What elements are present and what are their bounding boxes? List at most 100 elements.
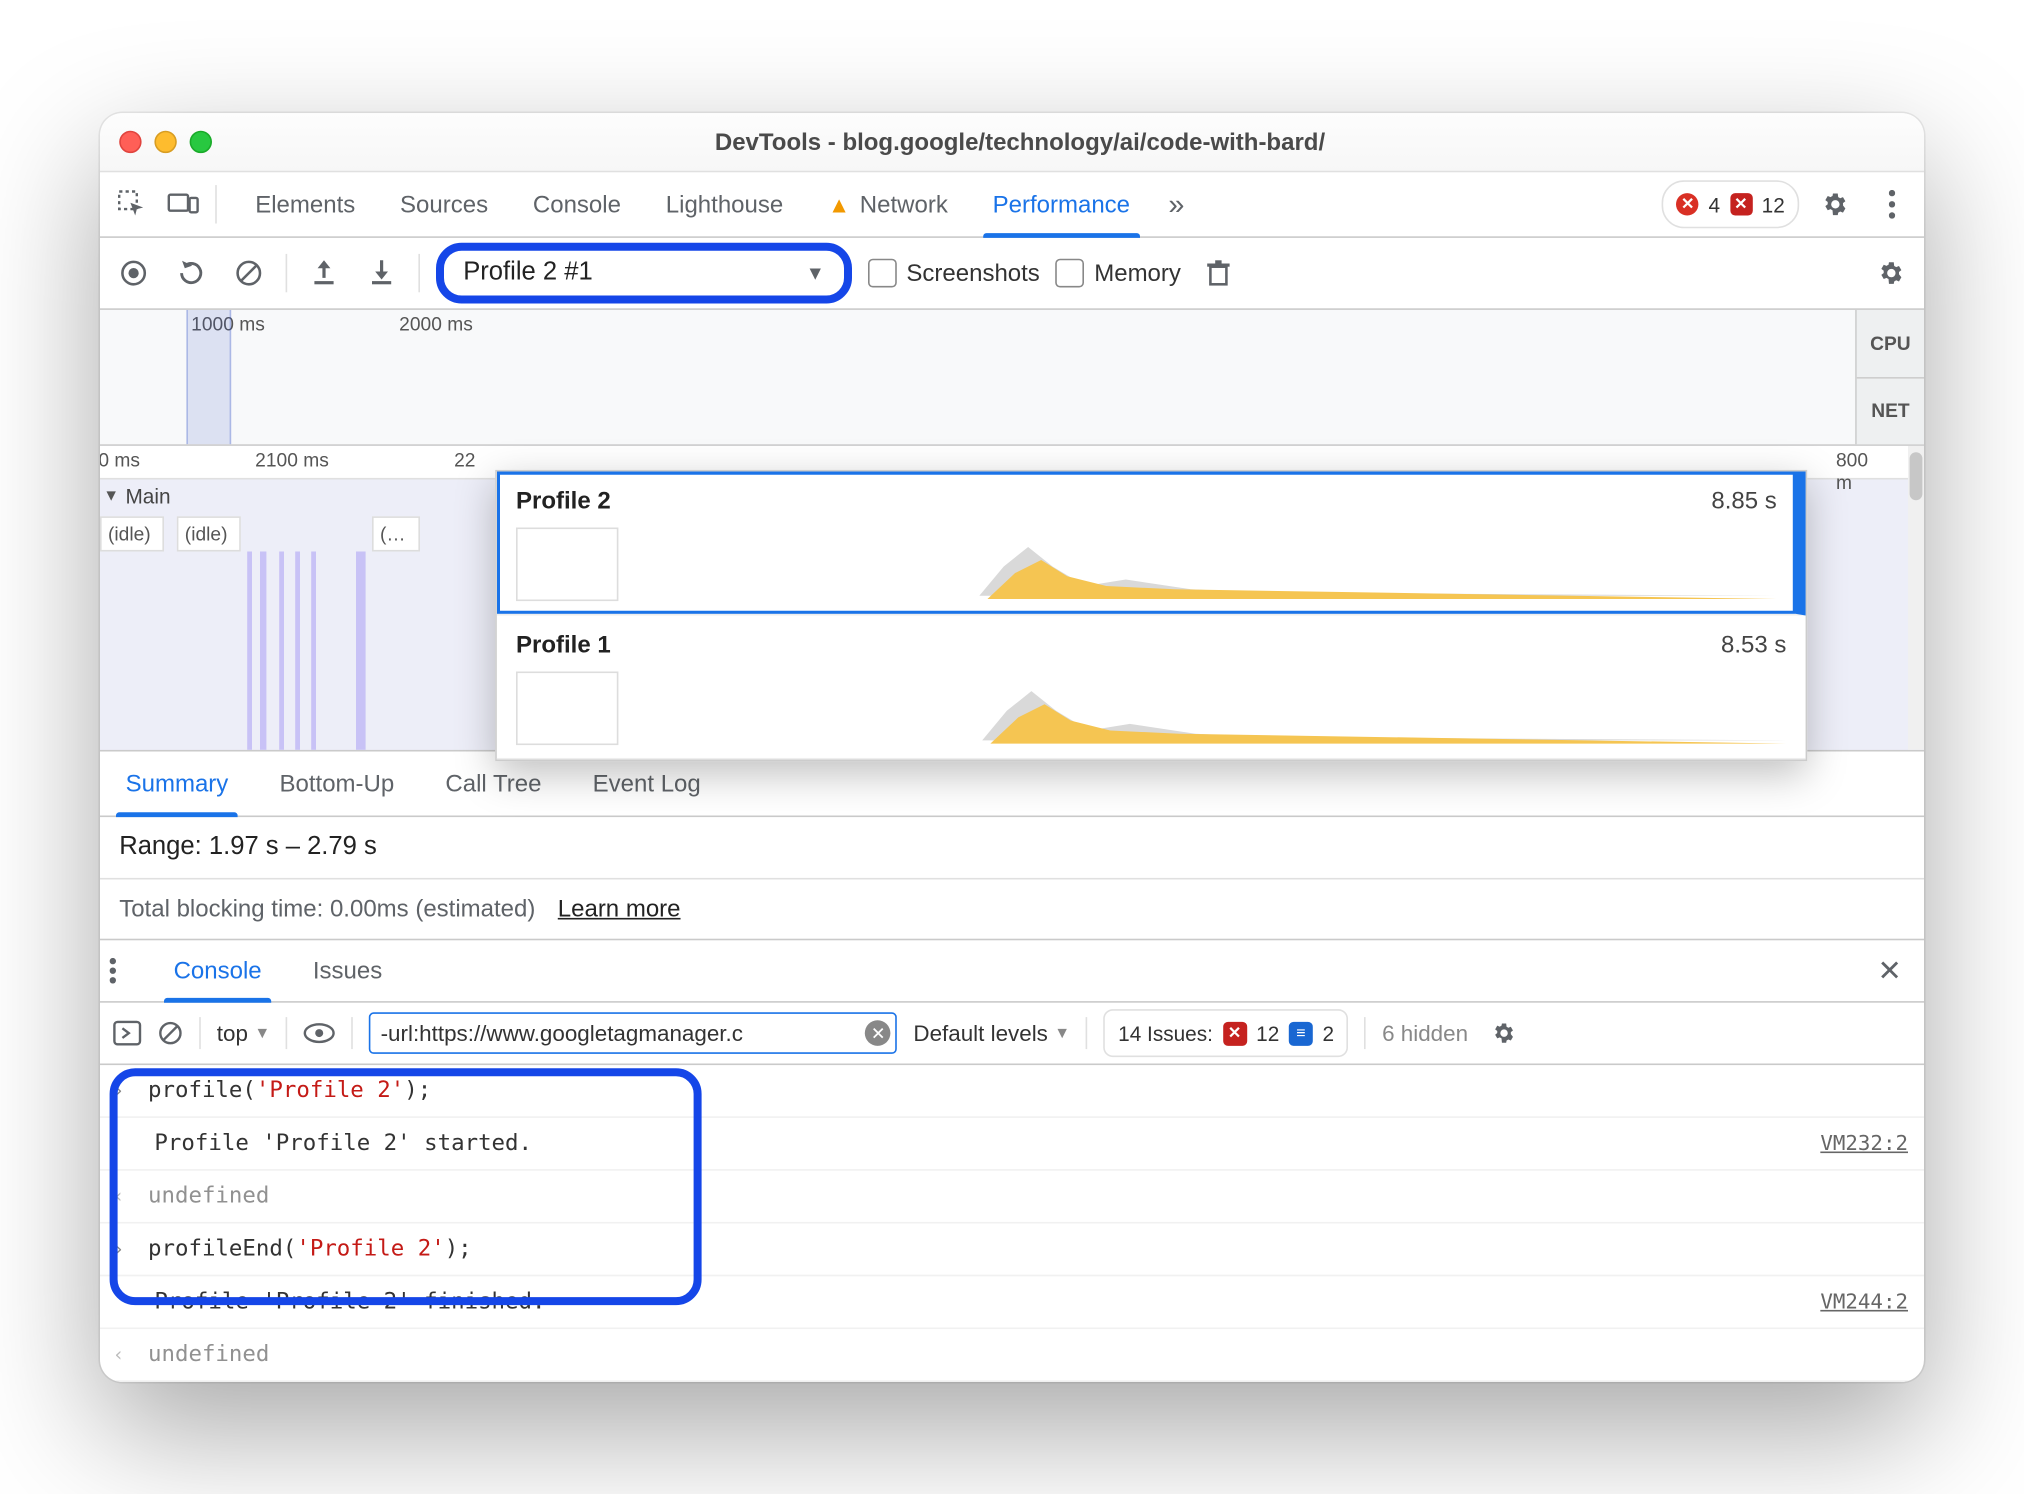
learn-more-link[interactable]: Learn more: [558, 895, 681, 922]
settings-icon[interactable]: [1812, 181, 1857, 226]
device-toolbar-icon[interactable]: [161, 181, 206, 226]
context-selector[interactable]: top ▼: [217, 1020, 270, 1046]
console-text: Profile 'Profile 2' started.: [148, 1130, 1804, 1156]
panel-settings-icon[interactable]: [1870, 252, 1912, 294]
issue-error-icon: ✕: [1223, 1021, 1247, 1045]
console-text: Profile 'Profile 2' finished.: [148, 1289, 1804, 1315]
profile-waveform: [638, 530, 1777, 600]
console-line: › profile('Profile 2');: [100, 1065, 1924, 1118]
idle-block: (idle): [177, 516, 241, 551]
upload-icon[interactable]: [303, 252, 345, 294]
clear-icon[interactable]: [228, 252, 270, 294]
window-controls: [119, 130, 212, 152]
console-settings-icon[interactable]: [1490, 1020, 1516, 1046]
titlebar: DevTools - blog.google/technology/ai/cod…: [100, 113, 1924, 172]
console-line: ›profileEnd('Profile 2');: [100, 1223, 1924, 1276]
console-body[interactable]: › profile('Profile 2'); Profile 'Profile 2…: [100, 1065, 1924, 1382]
console-filter-input[interactable]: [369, 1012, 897, 1054]
minimize-window-icon[interactable]: [154, 130, 176, 152]
input-glyph-icon: ›: [113, 1079, 132, 1101]
error-count: 4: [1708, 192, 1720, 216]
error-square-icon: ✕: [1730, 193, 1752, 215]
truncated-block: (…: [372, 516, 420, 551]
window-title: DevTools - blog.google/technology/ai/cod…: [212, 128, 1828, 155]
tab-network[interactable]: ▲ Network: [806, 172, 971, 236]
idle-block: (idle): [100, 516, 164, 551]
checkbox-icon: [1056, 258, 1085, 287]
tab-lighthouse[interactable]: Lighthouse: [643, 172, 805, 236]
console-toolbar: top ▼ ✕ Default levels ▼ 14 Issues: ✕ 12: [100, 1002, 1924, 1064]
tab-bottom-up[interactable]: Bottom-Up: [254, 751, 420, 815]
error-summary[interactable]: ✕ 4 ✕ 12: [1662, 180, 1799, 228]
overview-right-labels: CPU NET: [1855, 309, 1924, 443]
drawer-tab-console[interactable]: Console: [151, 940, 284, 1001]
output-glyph-icon: ‹: [113, 1343, 132, 1365]
memory-checkbox[interactable]: Memory: [1056, 258, 1181, 287]
main-tabstrip: Elements Sources Console Lighthouse ▲ Ne…: [100, 172, 1924, 238]
more-tabs-icon[interactable]: »: [1159, 187, 1194, 221]
console-source-link[interactable]: VM244:2: [1820, 1289, 1908, 1313]
overview-selection[interactable]: [186, 309, 231, 443]
range-text: Range: 1.97 s – 2.79 s: [100, 817, 1924, 879]
error-square-count: 12: [1762, 192, 1785, 216]
drawer-menu-icon[interactable]: [110, 957, 145, 983]
devtools-window: DevTools - blog.google/technology/ai/cod…: [100, 113, 1924, 1382]
tab-sources[interactable]: Sources: [378, 172, 511, 236]
error-circle-icon: ✕: [1676, 193, 1698, 215]
profile-duration: 8.85 s: [1711, 487, 1776, 514]
screenshots-checkbox[interactable]: Screenshots: [868, 258, 1040, 287]
input-glyph-icon: ›: [113, 1237, 132, 1259]
clear-filter-icon[interactable]: ✕: [865, 1020, 891, 1046]
warning-icon: ▲: [828, 191, 850, 217]
flame-scrollbar[interactable]: [1908, 445, 1924, 749]
delete-icon[interactable]: [1197, 252, 1239, 294]
performance-body: 1000 ms 2000 ms 9000 r CPU NET 0 ms 2100…: [100, 309, 1924, 1381]
chevron-down-icon: ▼: [254, 1024, 270, 1042]
download-icon[interactable]: [361, 252, 403, 294]
console-text: undefined: [148, 1341, 1908, 1367]
log-levels-selector[interactable]: Default levels ▼: [913, 1020, 1070, 1046]
profile-select[interactable]: Profile 2 #1 ▼: [436, 242, 852, 303]
close-window-icon[interactable]: [119, 130, 141, 152]
live-expression-icon[interactable]: [304, 1021, 336, 1043]
issues-summary[interactable]: 14 Issues: ✕ 12 ≡ 2: [1104, 1009, 1349, 1057]
profile-select-value: Profile 2 #1: [463, 258, 593, 287]
kebab-menu-icon[interactable]: [1870, 181, 1915, 226]
console-line: ‹undefined: [100, 1170, 1924, 1223]
profile-dropdown[interactable]: Profile 2 8.85 s Profile 1 8.53 s: [495, 469, 1807, 760]
tab-summary[interactable]: Summary: [100, 751, 254, 815]
profile-name: Profile 2: [516, 487, 611, 514]
console-sidebar-icon[interactable]: [113, 1020, 142, 1046]
main-thread-header[interactable]: ▼ Main: [100, 484, 171, 508]
drawer-tabs: Console Issues ✕: [100, 940, 1924, 1002]
profile-thumbnail: [516, 671, 618, 745]
console-text: profile('Profile 2');: [148, 1077, 1908, 1103]
inspect-element-icon[interactable]: [110, 181, 155, 226]
tab-elements[interactable]: Elements: [233, 172, 378, 236]
profile-name: Profile 1: [516, 631, 611, 658]
overview-ticks: 1000 ms 2000 ms 9000 r: [100, 309, 1924, 338]
output-glyph-icon: ‹: [113, 1185, 132, 1207]
overview-ruler[interactable]: 1000 ms 2000 ms 9000 r CPU NET: [100, 309, 1924, 445]
console-filter[interactable]: ✕: [369, 1012, 897, 1054]
performance-toolbar: Profile 2 #1 ▼ Screenshots Memory: [100, 237, 1924, 309]
profile-duration: 8.53 s: [1721, 631, 1786, 658]
console-line: Profile 'Profile 2' started. VM232:2: [100, 1117, 1924, 1170]
blocking-time: Total blocking time: 0.00ms (estimated) …: [100, 879, 1924, 940]
console-line: Profile 'Profile 2' finished. VM244:2: [100, 1276, 1924, 1329]
checkbox-icon: [868, 258, 897, 287]
record-icon[interactable]: [113, 252, 155, 294]
tab-console[interactable]: Console: [511, 172, 644, 236]
profile-option[interactable]: Profile 2 8.85 s: [497, 471, 1806, 615]
console-source-link[interactable]: VM232:2: [1820, 1131, 1908, 1155]
drawer-tab-issues[interactable]: Issues: [290, 940, 404, 1001]
profile-option[interactable]: Profile 1 8.53 s: [497, 615, 1806, 759]
profile-thumbnail: [516, 527, 618, 601]
chevron-down-icon: ▼: [806, 261, 825, 283]
zoom-window-icon[interactable]: [190, 130, 212, 152]
tab-performance[interactable]: Performance: [970, 172, 1152, 236]
console-clear-icon[interactable]: [158, 1020, 184, 1046]
reload-icon[interactable]: [170, 252, 212, 294]
close-drawer-icon[interactable]: ✕: [1865, 953, 1915, 987]
console-line: ‹ undefined: [100, 1329, 1924, 1382]
